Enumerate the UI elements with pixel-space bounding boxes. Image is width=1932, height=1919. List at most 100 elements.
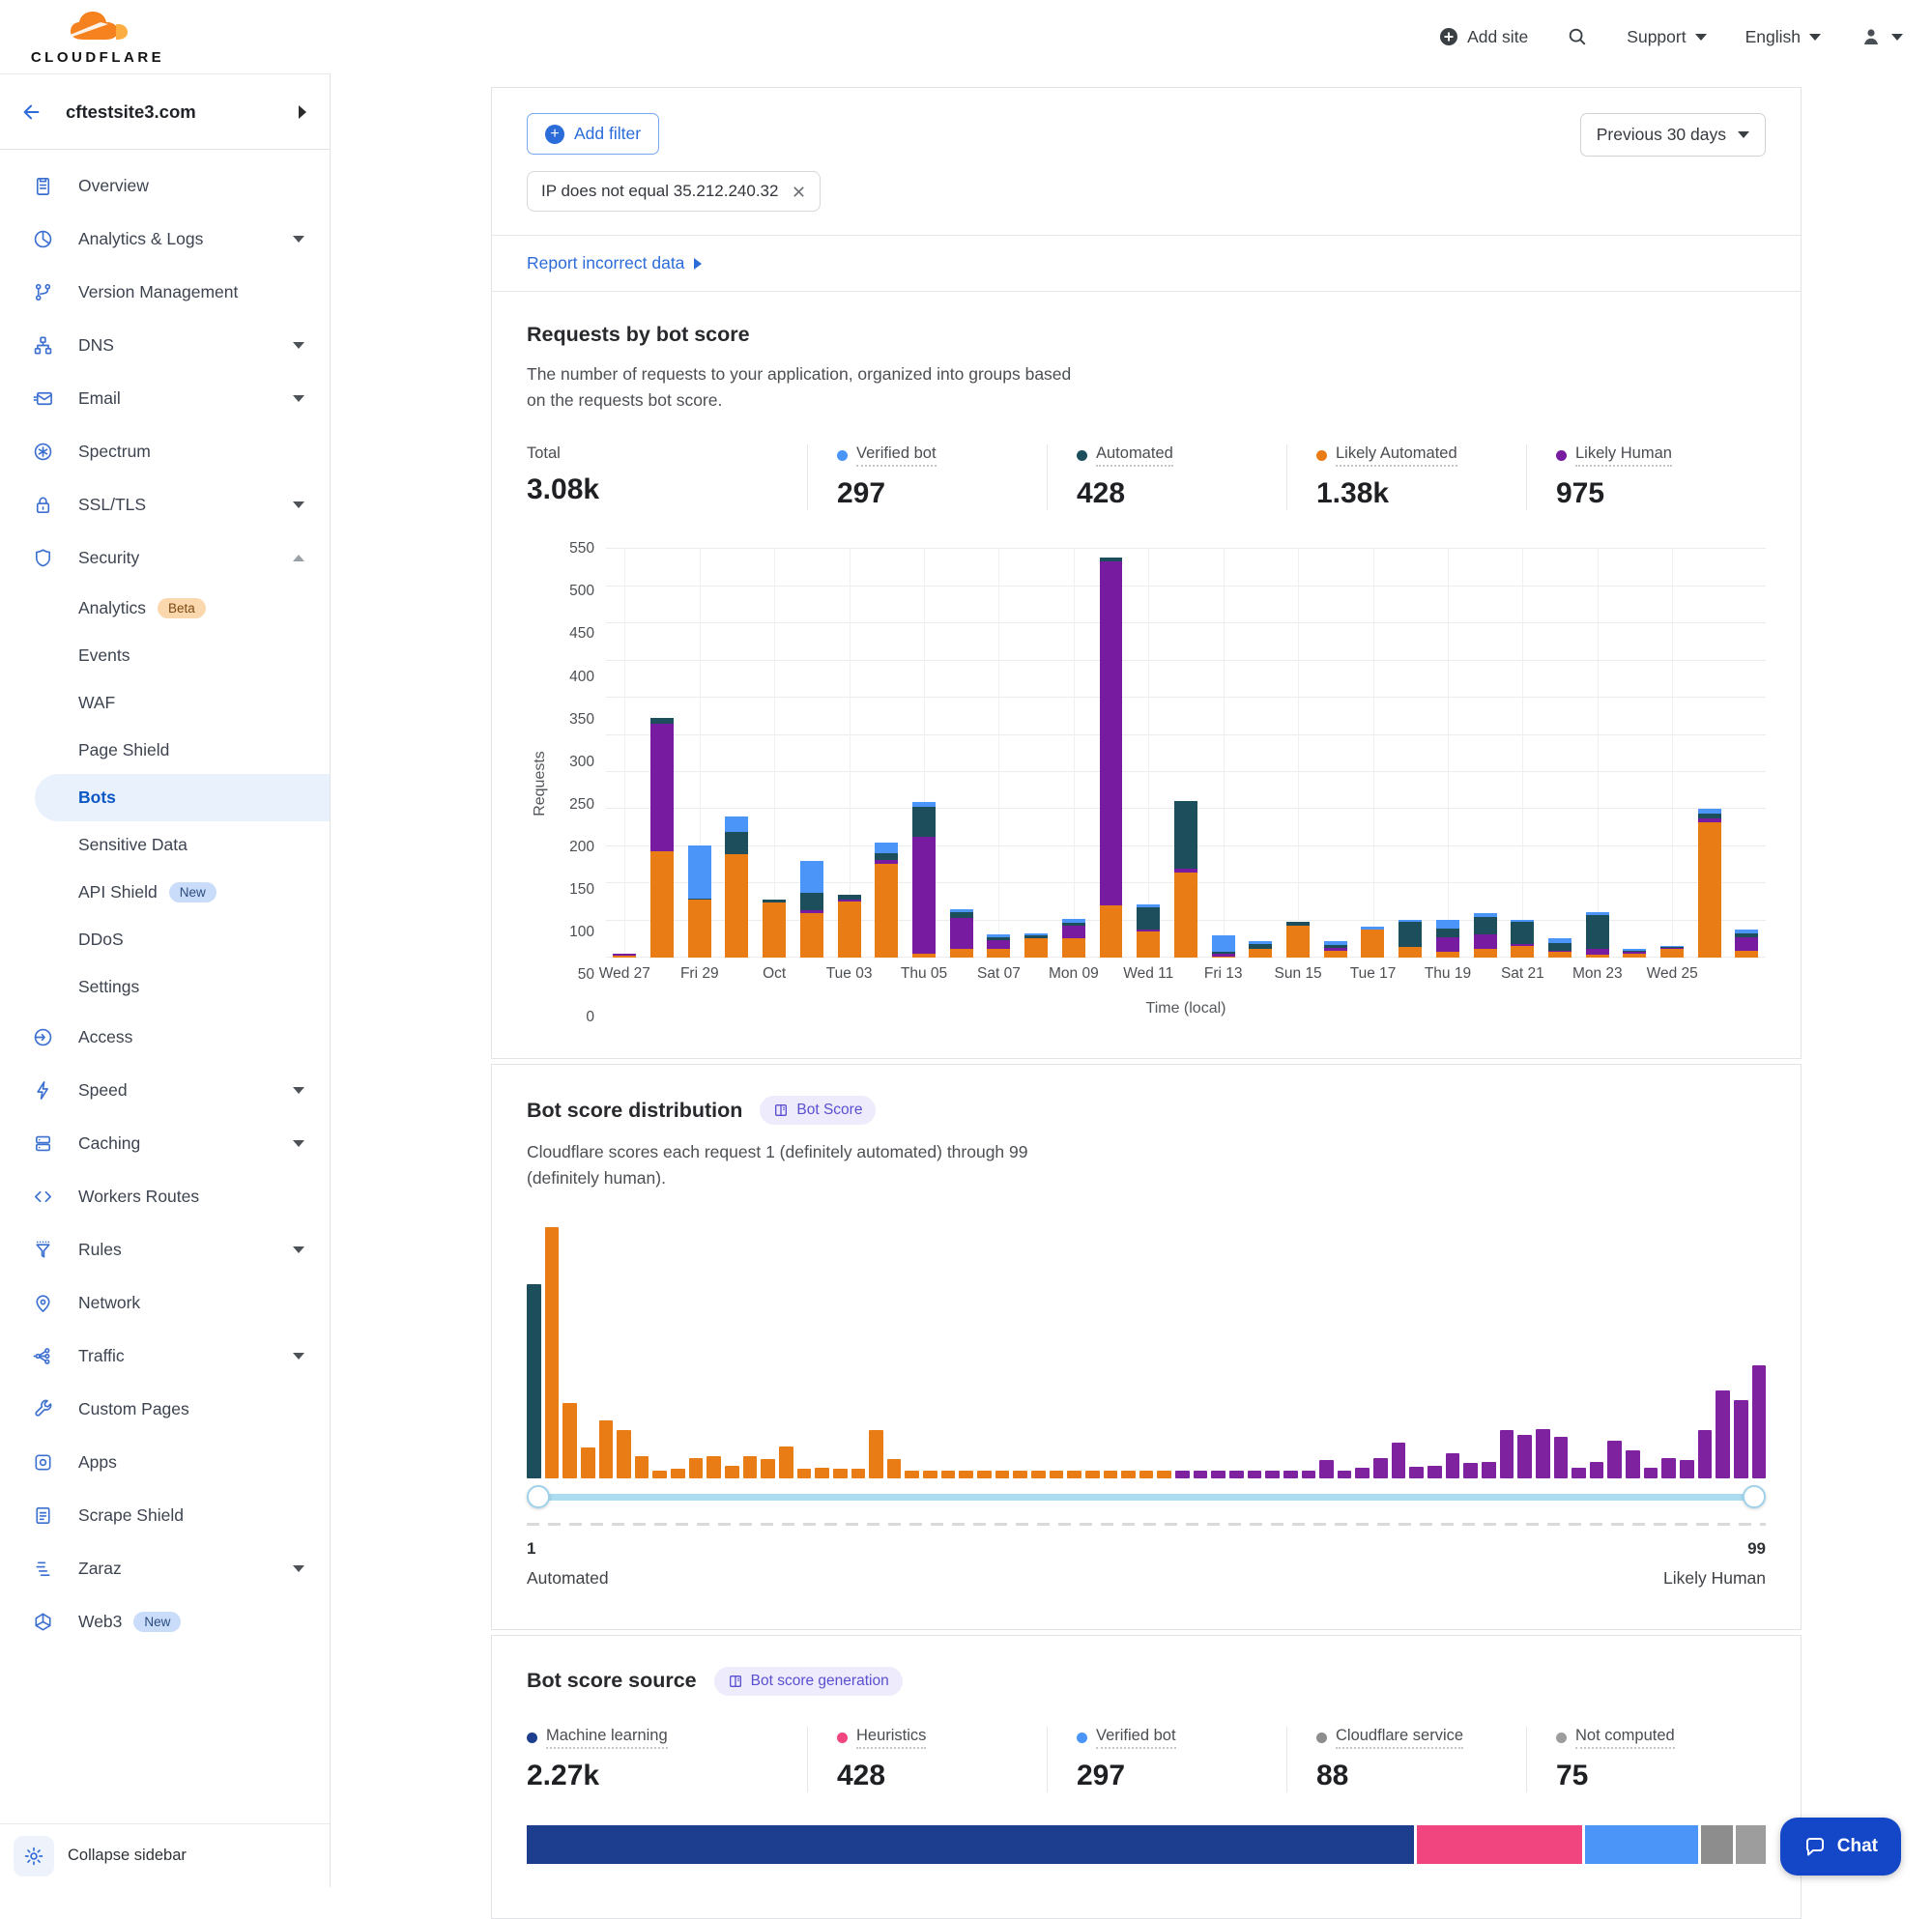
- sidebar-item-caching[interactable]: Caching: [0, 1117, 330, 1170]
- stat-label: Heuristics: [837, 1727, 926, 1749]
- bar-segment-likely-automated: [1698, 822, 1721, 959]
- sidebar-item-spectrum[interactable]: Spectrum: [0, 425, 330, 478]
- sidebar-item-zaraz[interactable]: Zaraz: [0, 1542, 330, 1595]
- stat-label-text[interactable]: Machine learning: [546, 1727, 668, 1749]
- slider-handle-min[interactable]: [527, 1485, 550, 1508]
- lock-icon: [31, 494, 54, 516]
- stat-label-text[interactable]: Verified bot: [856, 444, 937, 467]
- sidebar-item-analytics-logs[interactable]: Analytics & Logs: [0, 213, 330, 266]
- sidebar-item-page-shield[interactable]: Page Shield: [0, 727, 330, 774]
- back-arrow-icon[interactable]: [21, 101, 43, 123]
- chevron-down-icon[interactable]: [293, 1140, 304, 1147]
- sidebar-item-overview[interactable]: Overview: [0, 159, 330, 213]
- bar-segment-verified-bot: [1212, 935, 1235, 952]
- sidebar-item-version-management[interactable]: Version Management: [0, 266, 330, 319]
- bar-slot: [1578, 549, 1616, 958]
- chevron-down-icon[interactable]: [293, 1353, 304, 1360]
- histogram-bar-likely-human: [1302, 1471, 1316, 1478]
- chevron-down-icon[interactable]: [293, 395, 304, 402]
- stat-heuristics: Heuristics428: [807, 1727, 1047, 1792]
- sidebar-item-label: Traffic: [78, 1346, 125, 1366]
- caching-icon: [31, 1132, 54, 1155]
- bot-score-doc-badge[interactable]: Bot Score: [760, 1096, 876, 1125]
- histogram-bar-likely-automated: [869, 1430, 883, 1477]
- filter-chip[interactable]: IP does not equal 35.212.240.32: [527, 171, 821, 212]
- site-selector[interactable]: cftestsite3.com: [0, 74, 330, 150]
- sidebar-item-api-shield[interactable]: API ShieldNew: [0, 869, 330, 916]
- chevron-down-icon[interactable]: [293, 501, 304, 508]
- sidebar-item-sensitive-data[interactable]: Sensitive Data: [0, 821, 330, 869]
- sidebar-item-workers-routes[interactable]: Workers Routes: [0, 1170, 330, 1223]
- sidebar-item-ddos[interactable]: DDoS: [0, 916, 330, 963]
- sidebar-item-waf[interactable]: WAF: [0, 679, 330, 727]
- chevron-down-icon[interactable]: [293, 1246, 304, 1253]
- account-menu[interactable]: [1860, 25, 1903, 48]
- bot-score-generation-doc-badge[interactable]: Bot score generation: [714, 1667, 903, 1696]
- slider-max-label: Likely Human: [1663, 1568, 1766, 1589]
- chevron-down-icon[interactable]: [293, 1087, 304, 1094]
- sidebar-item-ssl-tls[interactable]: SSL/TLS: [0, 478, 330, 531]
- sidebar-item-email[interactable]: Email: [0, 372, 330, 425]
- sidebar-item-speed[interactable]: Speed: [0, 1064, 330, 1117]
- collapse-sidebar-button[interactable]: Collapse sidebar: [68, 1847, 187, 1865]
- slider-handle-max[interactable]: [1743, 1485, 1766, 1508]
- sidebar-item-dns[interactable]: DNS: [0, 319, 330, 372]
- filter-bar: + Add filter Previous 30 days: [492, 88, 1801, 157]
- sidebar-item-security-analytics[interactable]: AnalyticsBeta: [0, 585, 330, 632]
- close-icon[interactable]: [792, 185, 806, 199]
- stat-label-text[interactable]: Verified bot: [1096, 1727, 1176, 1749]
- histogram-bar-likely-automated: [1121, 1471, 1136, 1478]
- stacked-bar: [650, 718, 674, 958]
- add-filter-button[interactable]: + Add filter: [527, 113, 659, 155]
- stat-label-text[interactable]: Heuristics: [856, 1727, 926, 1749]
- sidebar-item-custom-pages[interactable]: Custom Pages: [0, 1383, 330, 1436]
- stacked-bar: [1436, 920, 1459, 958]
- sidebar-item-security-settings[interactable]: Settings: [0, 963, 330, 1011]
- stat-label-text[interactable]: Automated: [1096, 444, 1173, 467]
- language-menu[interactable]: English: [1745, 27, 1821, 47]
- sidebar-item-security[interactable]: Security: [0, 531, 330, 585]
- chevron-down-icon: [1738, 131, 1749, 138]
- bar-segment-likely-automated: [838, 902, 861, 958]
- report-incorrect-data-link[interactable]: Report incorrect data: [527, 253, 684, 273]
- beta-badge: Beta: [158, 598, 206, 618]
- chat-button[interactable]: Chat: [1780, 1818, 1901, 1876]
- stacked-bar: [1024, 933, 1048, 958]
- stat-value: 1.38k: [1316, 477, 1526, 510]
- support-menu[interactable]: Support: [1627, 27, 1706, 47]
- add-site-button[interactable]: Add site: [1439, 27, 1528, 47]
- slider-track[interactable]: [536, 1494, 1756, 1501]
- sidebar-item-traffic[interactable]: Traffic: [0, 1330, 330, 1383]
- chevron-down-icon[interactable]: [293, 342, 304, 349]
- email-icon: [31, 387, 54, 410]
- settings-gear-button[interactable]: [14, 1836, 54, 1876]
- histogram-bar-likely-human: [1392, 1443, 1406, 1477]
- chevron-down-icon[interactable]: [293, 1565, 304, 1572]
- chevron-right-icon[interactable]: [299, 105, 306, 119]
- histogram-bar-likely-human: [1716, 1390, 1730, 1478]
- sidebar-item-rules[interactable]: Rules: [0, 1223, 330, 1276]
- stat-label-text[interactable]: Not computed: [1575, 1727, 1675, 1749]
- score-range-slider[interactable]: [527, 1484, 1766, 1509]
- chevron-up-icon[interactable]: [293, 555, 304, 561]
- stat-label: Verified bot: [837, 444, 937, 467]
- stacked-bar: [1586, 912, 1609, 959]
- sidebar-item-bots[interactable]: Bots: [35, 774, 330, 821]
- stat-label-text[interactable]: Likely Automated: [1336, 444, 1457, 467]
- stat-label-text[interactable]: Cloudflare service: [1336, 1727, 1463, 1749]
- requests-time-chart: Requests 0501001502002503003504004505005…: [527, 549, 1766, 1017]
- sidebar-item-network[interactable]: Network: [0, 1276, 330, 1330]
- chevron-down-icon[interactable]: [293, 236, 304, 243]
- stat-label-text[interactable]: Likely Human: [1575, 444, 1672, 467]
- sidebar-item-scrape-shield[interactable]: Scrape Shield: [0, 1489, 330, 1542]
- sidebar-item-access[interactable]: Access: [0, 1011, 330, 1064]
- sidebar-item-web3[interactable]: Web3New: [0, 1595, 330, 1648]
- sidebar-item-apps[interactable]: Apps: [0, 1436, 330, 1489]
- sidebar-item-security-events[interactable]: Events: [0, 632, 330, 679]
- source-stats: Machine learning2.27kHeuristics428Verifi…: [527, 1727, 1766, 1792]
- date-range-button[interactable]: Previous 30 days: [1580, 113, 1766, 157]
- stacked-bar: [987, 934, 1010, 959]
- y-tick-label: 200: [569, 839, 594, 856]
- bar-segment-likely-automated: [725, 854, 748, 959]
- search-button[interactable]: [1567, 26, 1588, 47]
